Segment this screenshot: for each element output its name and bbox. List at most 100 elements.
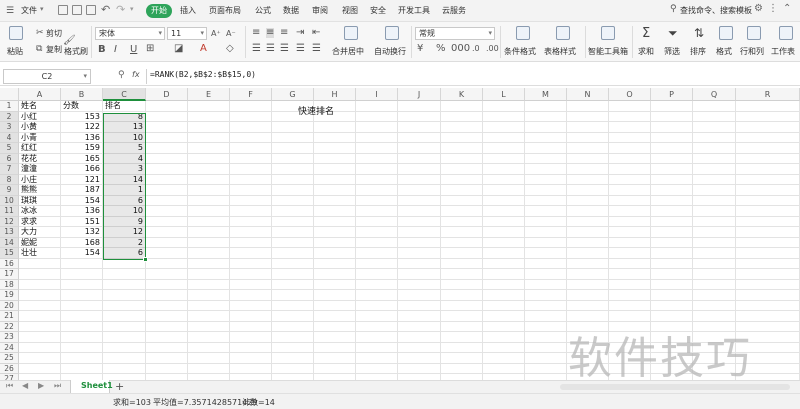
row-header-26[interactable]: 26	[0, 363, 19, 374]
conditional-format-button[interactable]: 条件格式	[504, 26, 542, 58]
fill-color-icon[interactable]: ◪	[174, 44, 183, 54]
underline-button[interactable]: U	[130, 45, 137, 55]
thousands-icon[interactable]: 000	[451, 44, 470, 54]
cut-icon[interactable]: ✂	[36, 28, 44, 38]
prev-sheet-icon[interactable]: ◀	[22, 381, 28, 390]
name-cell[interactable]: 小庄	[21, 175, 58, 185]
format-painter-icon[interactable]: 🖌	[63, 36, 76, 46]
row-header-2[interactable]: 2	[0, 111, 19, 122]
row-header-1[interactable]: 1	[0, 101, 19, 112]
column-header-o[interactable]: O	[609, 88, 651, 101]
font-shrink-icon[interactable]: A⁻	[226, 29, 236, 39]
score-cell[interactable]: 166	[63, 164, 100, 174]
currency-icon[interactable]: ¥	[417, 44, 423, 54]
row-header-11[interactable]: 11	[0, 206, 19, 217]
distributed-icon[interactable]: ☰	[312, 44, 321, 54]
next-sheet-icon[interactable]: ▶	[38, 381, 44, 390]
row-header-4[interactable]: 4	[0, 132, 19, 143]
table-style-button[interactable]: 表格样式	[544, 26, 582, 58]
format-painter-button[interactable]: 格式刷	[64, 46, 88, 57]
score-cell[interactable]: 187	[63, 185, 100, 195]
score-cell[interactable]: 168	[63, 238, 100, 248]
collapse-icon[interactable]: ⌃	[783, 3, 791, 14]
more-icon[interactable]: ⋮	[768, 3, 778, 14]
score-cell[interactable]: 165	[63, 154, 100, 164]
name-cell[interactable]: 小红	[21, 112, 58, 122]
align-middle-icon[interactable]: ≡	[266, 28, 275, 38]
header-rank-cell[interactable]: 排名	[105, 101, 143, 111]
row-header-19[interactable]: 19	[0, 290, 19, 301]
row-header-18[interactable]: 18	[0, 279, 19, 290]
name-cell[interactable]: 壮壮	[21, 248, 58, 258]
name-cell[interactable]: 大力	[21, 227, 58, 237]
header-name-cell[interactable]: 姓名	[21, 101, 58, 111]
copy-button[interactable]: 复制	[46, 44, 62, 55]
row-header-20[interactable]: 20	[0, 300, 19, 311]
row-header-6[interactable]: 6	[0, 153, 19, 164]
tab-cloud[interactable]: 云服务	[442, 5, 466, 16]
formula-input[interactable]: =RANK(B2,$B$2:$B$15,0)	[150, 70, 256, 79]
outdent-icon[interactable]: ⇤	[312, 28, 320, 38]
row-header-7[interactable]: 7	[0, 164, 19, 175]
score-cell[interactable]: 153	[63, 112, 100, 122]
align-top-icon[interactable]: ≡	[252, 28, 260, 38]
name-cell[interactable]: 红红	[21, 143, 58, 153]
row-header-21[interactable]: 21	[0, 311, 19, 322]
tab-page-layout[interactable]: 页面布局	[209, 5, 241, 16]
column-header-e[interactable]: E	[188, 88, 230, 101]
decimal-increase-icon[interactable]: .0	[472, 44, 480, 54]
column-header-r[interactable]: R	[736, 88, 800, 101]
column-header-a[interactable]: A	[19, 88, 61, 101]
tab-home[interactable]: 开始	[146, 4, 172, 18]
justify-icon[interactable]: ☰	[296, 44, 305, 54]
row-header-10[interactable]: 10	[0, 195, 19, 206]
row-header-8[interactable]: 8	[0, 174, 19, 185]
font-color-icon[interactable]: A	[200, 44, 207, 54]
column-header-c[interactable]: C	[103, 88, 146, 101]
row-header-9[interactable]: 9	[0, 185, 19, 196]
first-sheet-icon[interactable]: ⏮	[6, 381, 13, 391]
sheet-tab-sheet1[interactable]: Sheet1	[70, 380, 113, 393]
score-cell[interactable]: 132	[63, 227, 100, 237]
name-cell[interactable]: 求求	[21, 217, 58, 227]
column-header-m[interactable]: M	[525, 88, 567, 101]
tab-formulas[interactable]: 公式	[255, 5, 271, 16]
column-header-q[interactable]: Q	[693, 88, 736, 101]
wrap-text-button[interactable]: 自动换行	[374, 26, 410, 58]
row-header-25[interactable]: 25	[0, 353, 19, 364]
name-cell[interactable]: 小黄	[21, 122, 58, 132]
column-header-d[interactable]: D	[146, 88, 188, 101]
cut-button[interactable]: 剪切	[46, 28, 62, 39]
tab-insert[interactable]: 插入	[180, 5, 196, 16]
name-cell[interactable]: 花花	[21, 154, 58, 164]
tab-security[interactable]: 安全	[370, 5, 386, 16]
clear-format-icon[interactable]: ◇	[226, 44, 234, 54]
search-icon[interactable]: ⚲	[670, 4, 677, 14]
row-header-16[interactable]: 16	[0, 258, 19, 269]
sum-button[interactable]: Σ 求和	[636, 26, 660, 58]
print-icon[interactable]	[86, 5, 96, 15]
score-cell[interactable]: 159	[63, 143, 100, 153]
score-cell[interactable]: 122	[63, 122, 100, 132]
name-cell[interactable]: 妮妮	[21, 238, 58, 248]
tab-view[interactable]: 视图	[342, 5, 358, 16]
command-search[interactable]: 查找命令、搜索模板	[680, 5, 752, 16]
align-center-icon[interactable]: ☰	[266, 44, 275, 54]
column-header-h[interactable]: H	[314, 88, 356, 101]
zoom-icon[interactable]: ⚲	[118, 70, 125, 80]
name-cell[interactable]: 小青	[21, 133, 58, 143]
copy-icon[interactable]: ⧉	[36, 44, 42, 54]
row-header-22[interactable]: 22	[0, 321, 19, 332]
font-grow-icon[interactable]: A⁺	[211, 29, 221, 39]
percent-icon[interactable]: %	[436, 44, 446, 54]
name-cell[interactable]: 琪琪	[21, 196, 58, 206]
last-sheet-icon[interactable]: ⏭	[54, 381, 61, 391]
paste-button[interactable]: 粘贴	[6, 26, 28, 58]
select-all-corner[interactable]	[0, 88, 19, 101]
row-header-13[interactable]: 13	[0, 227, 19, 238]
score-cell[interactable]: 154	[63, 248, 100, 258]
font-size-select[interactable]: 11 ▾	[167, 27, 207, 40]
settings-icon[interactable]: ⚙	[754, 3, 763, 14]
row-header-15[interactable]: 15	[0, 248, 19, 259]
filter-button[interactable]: ⏷ 筛选	[662, 26, 686, 58]
